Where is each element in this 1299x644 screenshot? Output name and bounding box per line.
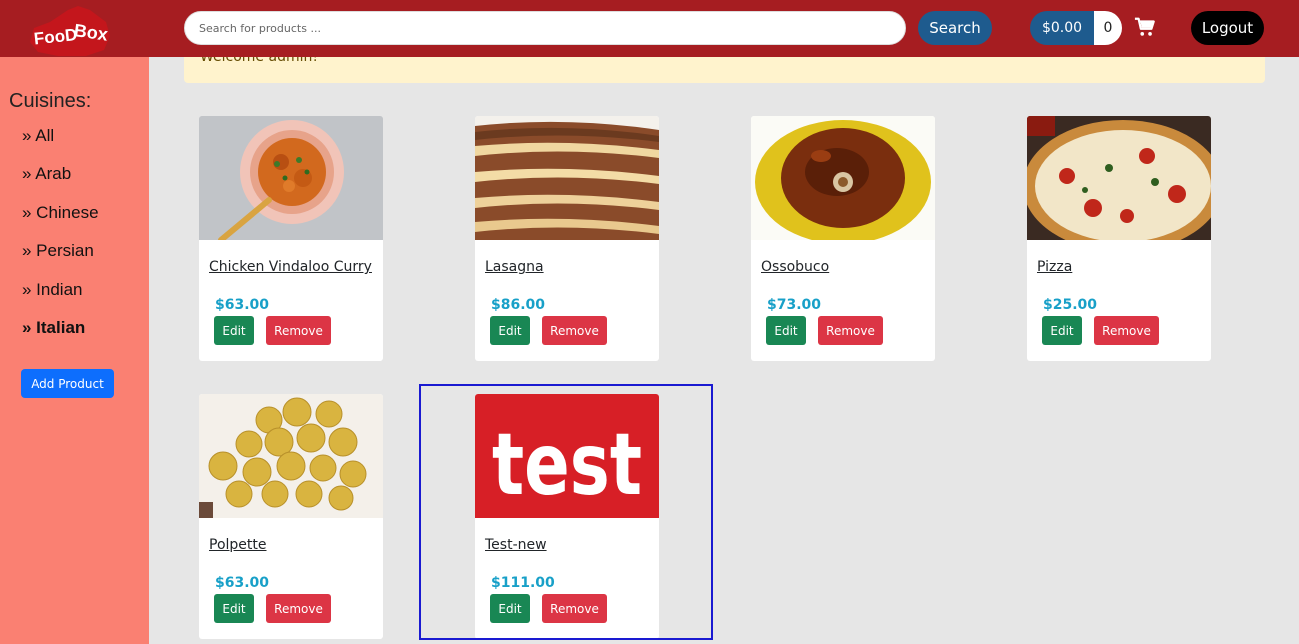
product-card: Pizza $25.00 Edit Remove xyxy=(1027,116,1211,361)
pizza-image xyxy=(1027,116,1211,240)
product-title-link[interactable]: Polpette xyxy=(209,537,267,553)
edit-button[interactable]: Edit xyxy=(490,316,530,345)
logout-button[interactable]: Logout xyxy=(1191,11,1264,45)
edit-button[interactable]: Edit xyxy=(1042,316,1082,345)
welcome-alert: Welcome admin! xyxy=(184,57,1265,83)
product-title-link[interactable]: Lasagna xyxy=(485,259,544,275)
cuisine-item-chinese[interactable]: » Chinese xyxy=(22,203,99,223)
svg-text:test: test xyxy=(492,415,642,515)
edit-button[interactable]: Edit xyxy=(490,594,530,623)
test-logo-image: test xyxy=(475,394,659,518)
product-price: $63.00 xyxy=(215,297,270,313)
sidebar-title: Cuisines: xyxy=(9,90,92,112)
product-price: $63.00 xyxy=(215,575,270,591)
cuisine-item-italian[interactable]: » Italian xyxy=(22,318,85,338)
edit-button[interactable]: Edit xyxy=(766,316,806,345)
cuisine-sidebar: Cuisines: » All » Arab » Chinese » Persi… xyxy=(0,57,149,644)
curry-bowl-image xyxy=(199,116,383,240)
search-input[interactable] xyxy=(184,11,906,45)
product-price: $73.00 xyxy=(767,297,822,313)
product-title-link[interactable]: Chicken Vindaloo Curry xyxy=(209,259,372,275)
cuisine-item-indian[interactable]: » Indian xyxy=(22,280,83,300)
remove-button[interactable]: Remove xyxy=(266,316,331,345)
product-card: Chicken Vindaloo Curry $63.00 Edit Remov… xyxy=(199,116,383,361)
product-price: $25.00 xyxy=(1043,297,1098,313)
edit-button[interactable]: Edit xyxy=(214,594,254,623)
ossobuco-image xyxy=(751,116,935,240)
remove-button[interactable]: Remove xyxy=(542,594,607,623)
product-card: Lasagna $86.00 Edit Remove xyxy=(475,116,659,361)
cart-icon[interactable] xyxy=(1134,16,1156,38)
welcome-message: Welcome admin! xyxy=(200,57,318,65)
product-title-link[interactable]: Pizza xyxy=(1037,259,1072,275)
product-card: test Test-new $111.00 Edit Remove xyxy=(475,394,659,639)
product-card: Ossobuco $73.00 Edit Remove xyxy=(751,116,935,361)
remove-button[interactable]: Remove xyxy=(266,594,331,623)
cart-summary[interactable]: $0.00 0 xyxy=(1030,11,1122,45)
add-product-button[interactable]: Add Product xyxy=(21,369,114,398)
search-button[interactable]: Search xyxy=(918,11,992,45)
product-price: $111.00 xyxy=(491,575,555,591)
cuisine-item-persian[interactable]: » Persian xyxy=(22,241,94,261)
lasagna-image xyxy=(475,116,659,240)
cart-count: 0 xyxy=(1094,11,1122,45)
remove-button[interactable]: Remove xyxy=(542,316,607,345)
product-card: Polpette $63.00 Edit Remove xyxy=(199,394,383,639)
polpette-image xyxy=(199,394,383,518)
food-box-logo[interactable]: FooD Box xyxy=(28,2,112,56)
top-navbar: FooD Box Search $0.00 0 Logout xyxy=(0,0,1299,57)
remove-button[interactable]: Remove xyxy=(1094,316,1159,345)
product-price: $86.00 xyxy=(491,297,546,313)
remove-button[interactable]: Remove xyxy=(818,316,883,345)
cuisine-item-arab[interactable]: » Arab xyxy=(22,164,71,184)
cart-total: $0.00 xyxy=(1030,11,1094,45)
product-title-link[interactable]: Test-new xyxy=(485,537,547,553)
edit-button[interactable]: Edit xyxy=(214,316,254,345)
cuisine-item-all[interactable]: » All xyxy=(22,126,54,146)
product-title-link[interactable]: Ossobuco xyxy=(761,259,829,275)
